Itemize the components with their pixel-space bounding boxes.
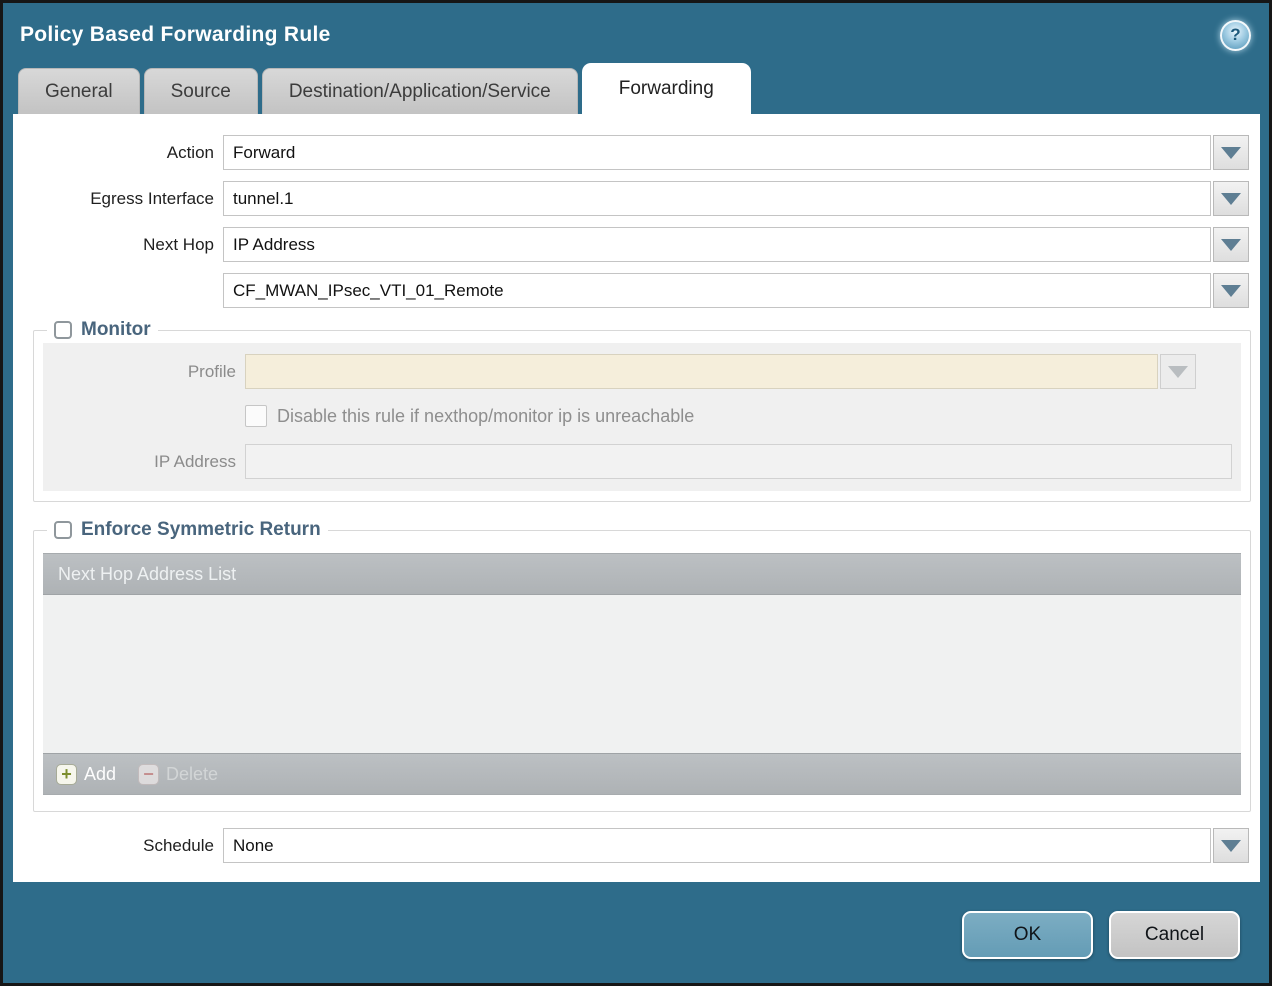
next-hop-row: Next Hop	[23, 227, 1249, 262]
monitor-ip-address-label: IP Address	[45, 452, 245, 472]
monitor-ip-address-input	[245, 444, 1232, 479]
monitor-body: Profile Disable this rule if nexthop/mon…	[43, 343, 1241, 491]
egress-interface-dropdown-button[interactable]	[1213, 181, 1249, 216]
tab-forwarding[interactable]: Forwarding	[582, 63, 751, 114]
next-hop-address-list-header[interactable]: Next Hop Address List	[43, 554, 1241, 595]
add-button[interactable]: + Add	[56, 764, 116, 785]
next-hop-address-list-grid: Next Hop Address List + Add − Delete	[43, 553, 1241, 795]
next-hop-label: Next Hop	[23, 235, 223, 255]
next-hop-address-list-body	[43, 595, 1241, 753]
egress-interface-input[interactable]	[223, 181, 1211, 216]
chevron-down-icon	[1221, 239, 1241, 251]
enforce-symmetric-return-checkbox[interactable]	[54, 521, 72, 539]
schedule-row: Schedule	[23, 828, 1249, 863]
enforce-symmetric-return-section: Enforce Symmetric Return Next Hop Addres…	[33, 519, 1251, 812]
enforce-symmetric-return-legend: Enforce Symmetric Return	[47, 519, 328, 541]
enforce-symmetric-return-label: Enforce Symmetric Return	[81, 519, 321, 541]
profile-dropdown-button	[1160, 354, 1196, 389]
monitor-ip-address-row: IP Address	[45, 444, 1232, 479]
schedule-label: Schedule	[23, 836, 223, 856]
tab-bar: General Source Destination/Application/S…	[3, 67, 1269, 114]
titlebar: Policy Based Forwarding Rule ?	[3, 3, 1269, 67]
monitor-profile-row: Profile	[45, 354, 1232, 389]
disable-rule-label: Disable this rule if nexthop/monitor ip …	[277, 406, 694, 427]
delete-button-label: Delete	[166, 764, 218, 785]
next-hop-address-list-toolbar: + Add − Delete	[43, 753, 1241, 794]
disable-rule-checkbox	[245, 405, 267, 427]
dialog-title: Policy Based Forwarding Rule	[20, 23, 331, 47]
cancel-button[interactable]: Cancel	[1109, 911, 1240, 959]
monitor-legend-label: Monitor	[81, 319, 151, 341]
next-hop-type-input[interactable]	[223, 227, 1211, 262]
action-row: Action	[23, 135, 1249, 170]
chevron-down-icon	[1221, 193, 1241, 205]
chevron-down-icon	[1221, 840, 1241, 852]
tab-general[interactable]: General	[18, 68, 140, 114]
chevron-down-icon	[1221, 285, 1241, 297]
schedule-dropdown-button[interactable]	[1213, 828, 1249, 863]
action-input[interactable]	[223, 135, 1211, 170]
monitor-section: Monitor Profile Disable this rule if nex…	[33, 319, 1251, 502]
plus-icon: +	[56, 764, 77, 785]
next-hop-dropdown-button[interactable]	[1213, 227, 1249, 262]
minus-icon: −	[138, 764, 159, 785]
action-label: Action	[23, 143, 223, 163]
ok-button[interactable]: OK	[962, 911, 1093, 959]
egress-interface-label: Egress Interface	[23, 189, 223, 209]
delete-button: − Delete	[138, 764, 218, 785]
policy-based-forwarding-dialog: Policy Based Forwarding Rule ? General S…	[0, 0, 1272, 986]
next-hop-address-input[interactable]	[223, 273, 1211, 308]
profile-label: Profile	[45, 362, 245, 382]
next-hop-address-row	[23, 273, 1249, 308]
action-dropdown-button[interactable]	[1213, 135, 1249, 170]
help-icon[interactable]: ?	[1220, 20, 1251, 51]
chevron-down-icon	[1221, 147, 1241, 159]
monitor-disable-row: Disable this rule if nexthop/monitor ip …	[245, 405, 1241, 427]
schedule-input[interactable]	[223, 828, 1211, 863]
add-button-label: Add	[84, 764, 116, 785]
tab-source[interactable]: Source	[144, 68, 258, 114]
profile-input	[245, 354, 1158, 389]
monitor-checkbox[interactable]	[54, 321, 72, 339]
dialog-footer: OK Cancel	[962, 911, 1240, 959]
chevron-down-icon	[1168, 366, 1188, 378]
tab-destination-application-service[interactable]: Destination/Application/Service	[262, 68, 578, 114]
monitor-legend: Monitor	[47, 319, 158, 341]
forwarding-tab-panel: Action Egress Interface Next Hop	[13, 114, 1260, 882]
next-hop-address-dropdown-button[interactable]	[1213, 273, 1249, 308]
egress-interface-row: Egress Interface	[23, 181, 1249, 216]
